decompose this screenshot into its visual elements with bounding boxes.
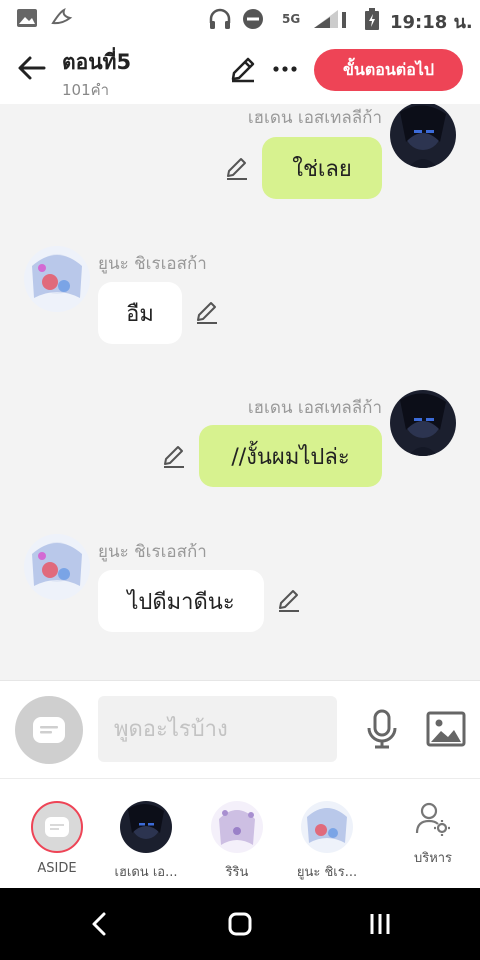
- message-input[interactable]: [98, 696, 337, 762]
- edit-message-icon[interactable]: [224, 155, 250, 181]
- image-upload-icon[interactable]: [426, 711, 466, 747]
- message-bubble[interactable]: อืม: [98, 282, 182, 344]
- back-arrow-icon[interactable]: [14, 50, 50, 86]
- character-label: ASIDE: [37, 861, 77, 876]
- page-title: ตอนที่5: [62, 50, 132, 74]
- message-input-bar: [0, 680, 480, 778]
- aside-bubble-icon: [33, 717, 65, 743]
- character-avatar: [120, 801, 172, 853]
- manage-characters-button[interactable]: บริหาร: [385, 779, 480, 889]
- character-hayden[interactable]: เฮเดน เอ...: [98, 779, 194, 889]
- aside-avatar: [31, 801, 83, 853]
- aside-bubble-icon: [45, 817, 69, 837]
- status-bar: 5G 19:18 น.: [0, 0, 480, 36]
- more-options-icon[interactable]: [270, 54, 300, 84]
- avatar-yuna[interactable]: [24, 534, 90, 600]
- edit-pencil-icon[interactable]: [228, 54, 258, 84]
- avatar-yuna[interactable]: [24, 246, 90, 312]
- do-not-disturb-icon: [243, 9, 263, 29]
- gallery-notification-icon: [17, 9, 37, 27]
- aside-toggle-button[interactable]: [15, 696, 83, 764]
- character-selector: ASIDE เฮเดน เอ... ริริน ยูนะ ชิเร... บริ…: [0, 778, 480, 888]
- sender-name: ยูนะ ชิเรเอสก้า: [98, 542, 207, 562]
- edit-message-icon[interactable]: [276, 587, 302, 613]
- character-ririn[interactable]: ริริน: [189, 779, 285, 889]
- microphone-icon[interactable]: [364, 709, 400, 749]
- nav-back-icon[interactable]: [80, 908, 120, 940]
- avatar-hayden[interactable]: [390, 390, 456, 456]
- nav-home-icon[interactable]: [220, 908, 260, 940]
- message-bubble[interactable]: ไปดีมาดีนะ: [98, 570, 264, 632]
- sender-name: ยูนะ ชิเรเอสก้า: [98, 254, 207, 274]
- sender-name: เฮเดน เอสเทลลีก้า: [247, 398, 382, 418]
- system-nav-bar: [0, 888, 480, 960]
- character-label: เฮเดน เอ...: [114, 865, 178, 880]
- bird-notification-icon: [51, 8, 73, 25]
- clock: 19:18 น.: [390, 12, 473, 33]
- character-yuna[interactable]: ยูนะ ชิเร...: [279, 779, 375, 889]
- edit-message-icon[interactable]: [194, 299, 220, 325]
- nav-recents-icon[interactable]: [360, 908, 400, 940]
- chat-area[interactable]: เฮเดน เอสเทลลีก้า ใช่เลย ยูนะ ชิเรเอสก้า…: [0, 104, 480, 680]
- next-step-button[interactable]: ขั้นตอนต่อไป: [314, 49, 463, 91]
- avatar-hayden[interactable]: [390, 104, 456, 168]
- signal-icon: [314, 10, 346, 28]
- character-label: ริริน: [225, 865, 249, 880]
- headphones-icon: [209, 8, 231, 29]
- character-avatar: [211, 801, 263, 853]
- app-header: ตอนที่5 101คำ ขั้นตอนต่อไป: [0, 36, 480, 104]
- character-aside[interactable]: ASIDE: [9, 779, 105, 889]
- character-label: ยูนะ ชิเร...: [296, 865, 358, 880]
- character-avatar: [301, 801, 353, 853]
- battery-icon: [365, 8, 379, 30]
- message-bubble[interactable]: ใช่เลย: [262, 137, 382, 199]
- character-label: บริหาร: [413, 851, 453, 866]
- message-bubble[interactable]: //งั้นผมไปล่ะ: [199, 425, 382, 487]
- user-gear-icon: [415, 802, 450, 836]
- network-type: 5G: [282, 12, 301, 26]
- word-count: 101คำ: [62, 81, 110, 99]
- edit-message-icon[interactable]: [161, 443, 187, 469]
- sender-name: เฮเดน เอสเทลลีก้า: [247, 108, 382, 128]
